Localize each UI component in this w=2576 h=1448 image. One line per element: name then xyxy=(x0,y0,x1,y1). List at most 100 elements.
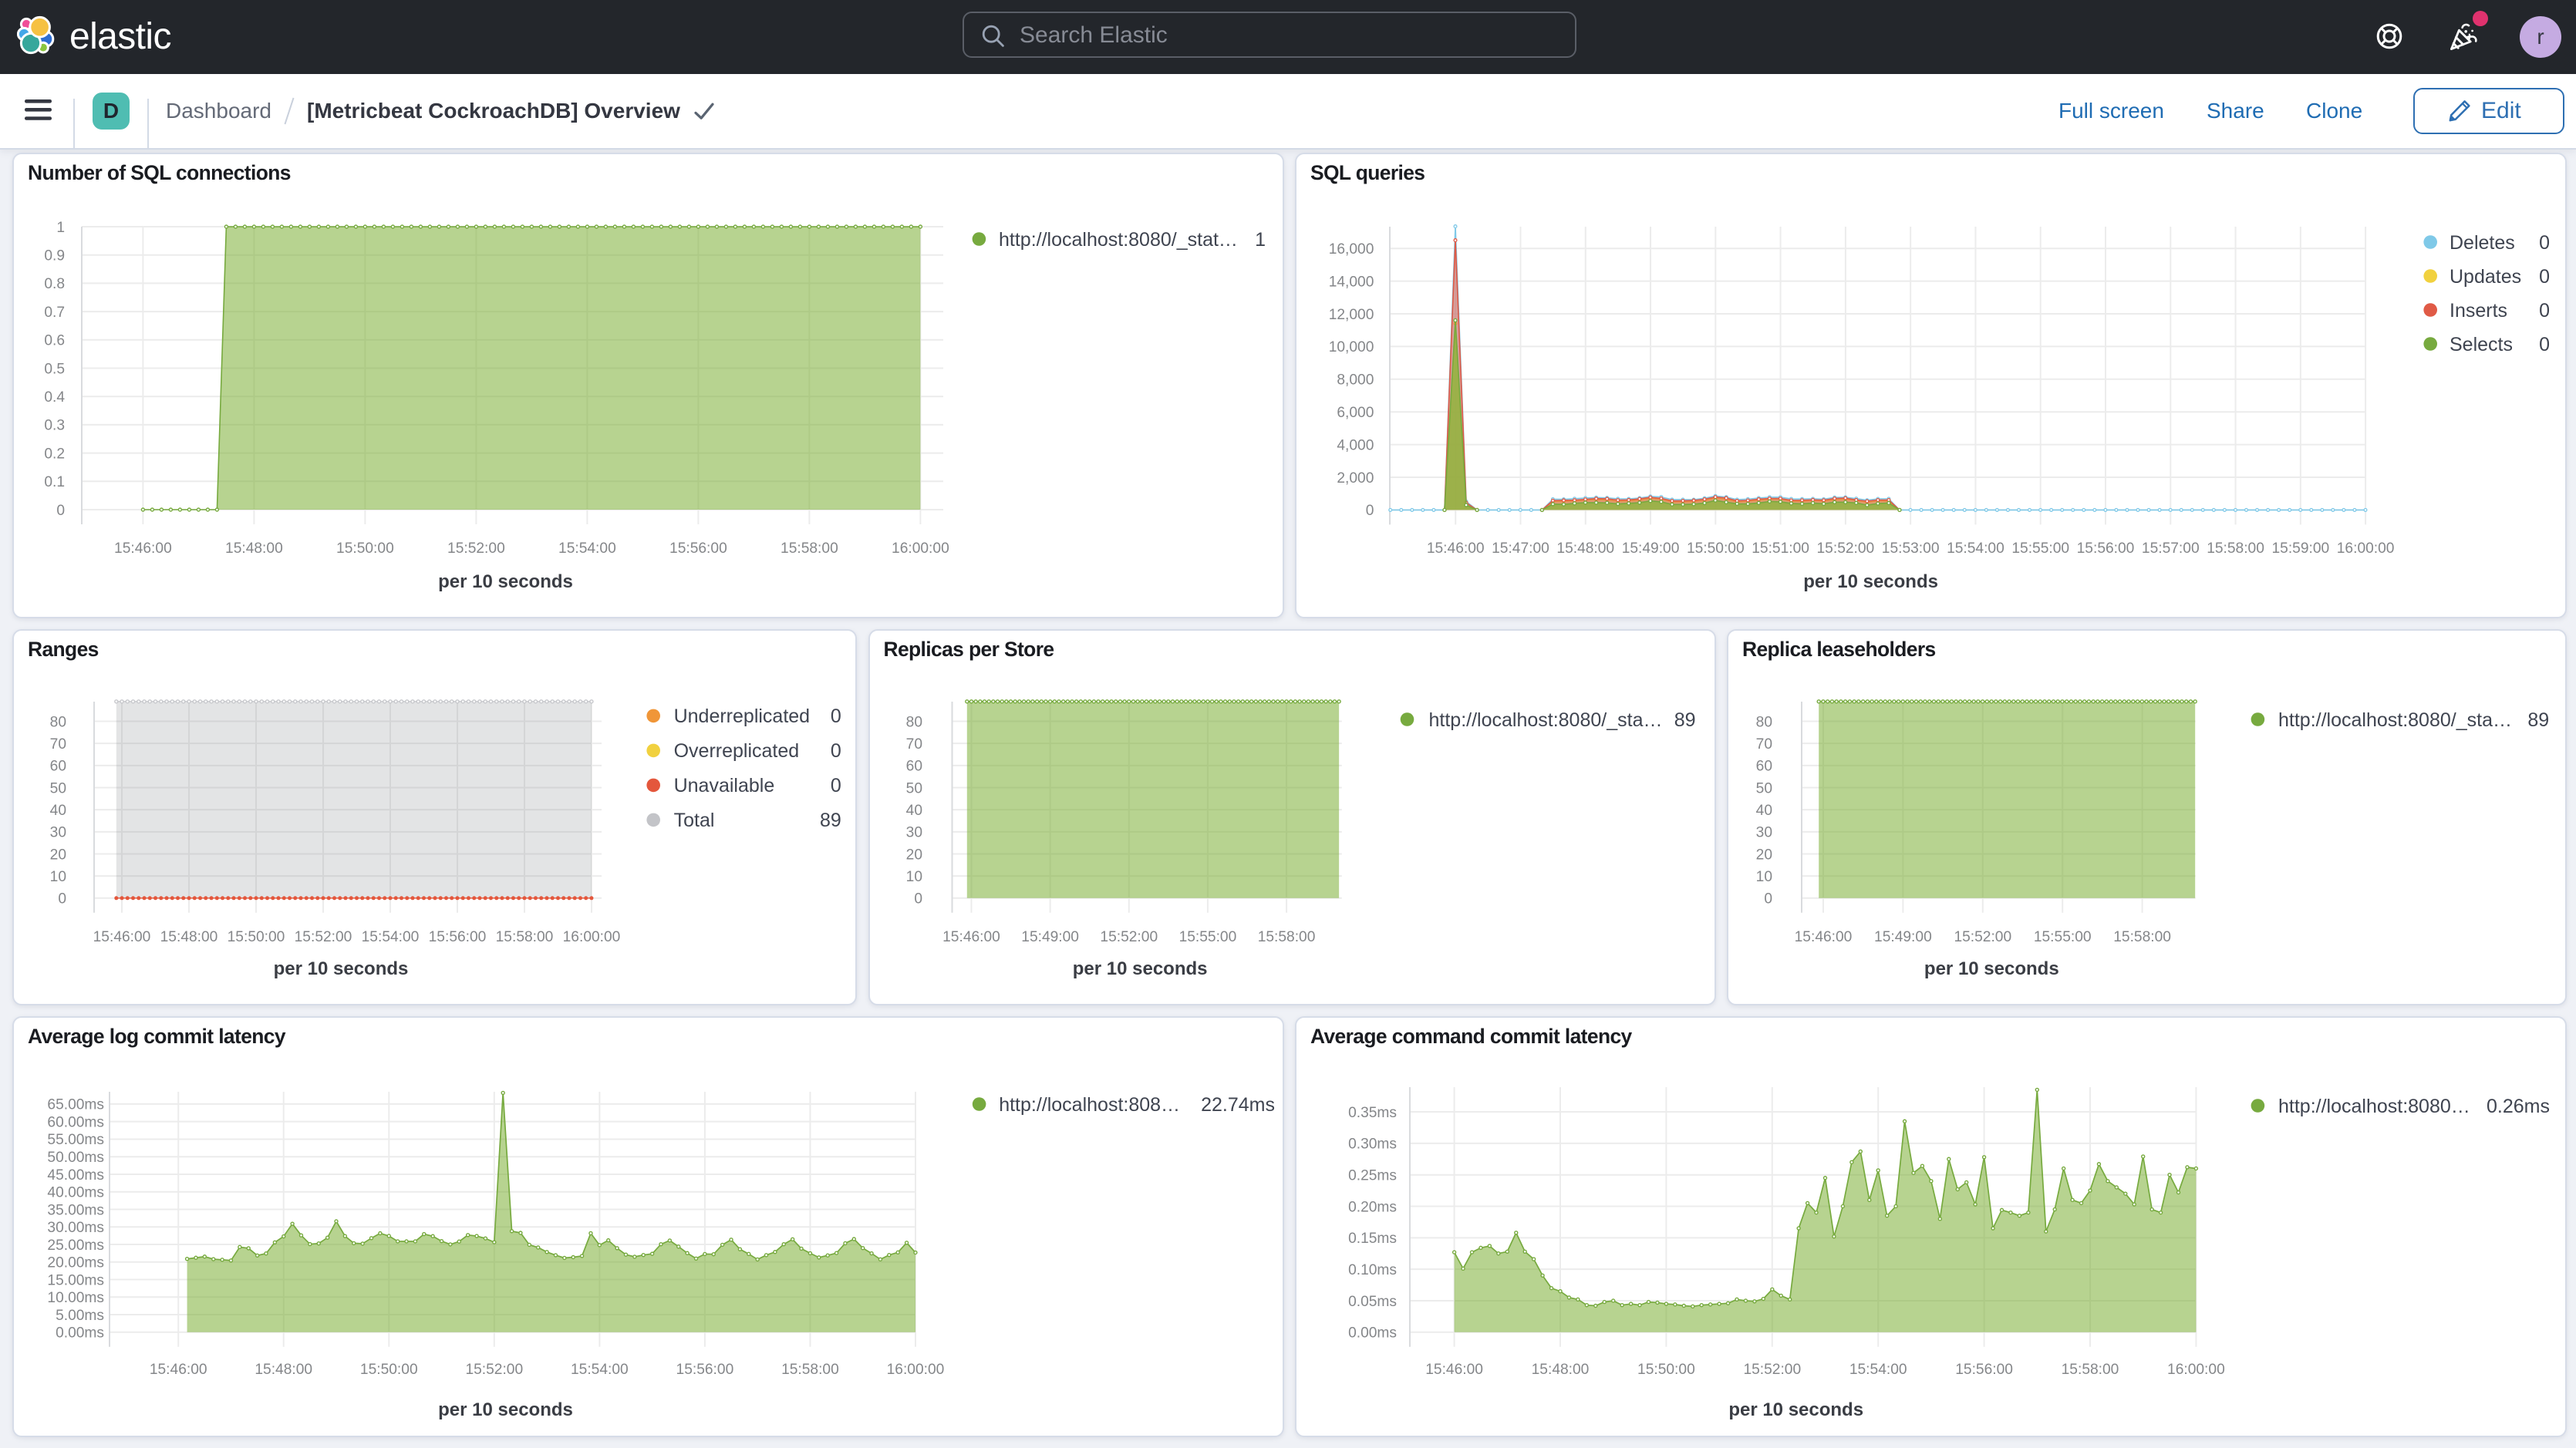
svg-text:15:55:00: 15:55:00 xyxy=(2011,540,2069,557)
svg-text:Total: Total xyxy=(674,810,715,831)
svg-text:0.20ms: 0.20ms xyxy=(1348,1199,1397,1215)
svg-text:15:50:00: 15:50:00 xyxy=(1687,540,1745,557)
svg-text:50: 50 xyxy=(50,780,66,796)
svg-text:89: 89 xyxy=(2527,709,2549,731)
svg-text:50.00ms: 50.00ms xyxy=(47,1150,104,1166)
svg-text:15:50:00: 15:50:00 xyxy=(336,540,394,557)
svg-text:50: 50 xyxy=(905,780,922,796)
svg-text:per 10 seconds: per 10 seconds xyxy=(438,1399,573,1420)
svg-text:0.15ms: 0.15ms xyxy=(1348,1231,1397,1247)
svg-text:8,000: 8,000 xyxy=(1337,372,1374,389)
svg-text:20: 20 xyxy=(905,847,922,863)
svg-text:15:46:00: 15:46:00 xyxy=(1427,540,1485,557)
svg-text:15:46:00: 15:46:00 xyxy=(150,1362,207,1378)
svg-text:30: 30 xyxy=(50,825,66,841)
svg-text:0.30ms: 0.30ms xyxy=(1348,1137,1397,1153)
svg-text:15:52:00: 15:52:00 xyxy=(295,929,352,945)
svg-text:80: 80 xyxy=(50,714,66,730)
svg-text:10: 10 xyxy=(905,869,922,885)
svg-text:0.4: 0.4 xyxy=(44,389,65,406)
svg-text:Underreplicated: Underreplicated xyxy=(674,705,811,727)
svg-text:0: 0 xyxy=(2539,232,2550,254)
svg-text:15:56:00: 15:56:00 xyxy=(676,1362,734,1378)
svg-text:15:54:00: 15:54:00 xyxy=(558,540,616,557)
svg-text:15:58:00: 15:58:00 xyxy=(2062,1362,2119,1378)
svg-text:15:50:00: 15:50:00 xyxy=(360,1362,418,1378)
svg-text:80: 80 xyxy=(1756,714,1772,730)
svg-text:15:59:00: 15:59:00 xyxy=(2271,540,2329,557)
svg-text:0.26ms: 0.26ms xyxy=(2487,1096,2550,1117)
svg-text:http://localhost:8080/_stat…: http://localhost:8080/_stat… xyxy=(999,229,1238,251)
svg-text:Unavailable: Unavailable xyxy=(674,775,775,796)
svg-text:per 10 seconds: per 10 seconds xyxy=(274,958,409,979)
svg-text:10: 10 xyxy=(1756,869,1772,885)
svg-text:60.00ms: 60.00ms xyxy=(47,1114,104,1130)
svg-text:16:00:00: 16:00:00 xyxy=(2167,1362,2225,1378)
svg-text:12,000: 12,000 xyxy=(1329,307,1374,323)
svg-text:60: 60 xyxy=(50,759,66,775)
svg-text:15:46:00: 15:46:00 xyxy=(93,929,151,945)
svg-text:0.00ms: 0.00ms xyxy=(56,1325,104,1342)
svg-text:http://localhost:8080/_sta…: http://localhost:8080/_sta… xyxy=(2278,709,2512,731)
svg-text:70: 70 xyxy=(905,736,922,753)
svg-text:15:48:00: 15:48:00 xyxy=(1556,540,1614,557)
svg-text:15:54:00: 15:54:00 xyxy=(571,1362,629,1378)
svg-text:15:58:00: 15:58:00 xyxy=(781,1362,839,1378)
svg-text:15:46:00: 15:46:00 xyxy=(114,540,172,557)
svg-text:Deletes: Deletes xyxy=(2450,232,2515,254)
svg-text:16:00:00: 16:00:00 xyxy=(2337,540,2395,557)
svg-text:10.00ms: 10.00ms xyxy=(47,1290,104,1306)
svg-text:0: 0 xyxy=(914,891,922,908)
svg-text:0.7: 0.7 xyxy=(44,305,65,321)
svg-text:40.00ms: 40.00ms xyxy=(47,1185,104,1201)
svg-text:15:58:00: 15:58:00 xyxy=(2113,929,2171,945)
svg-text:40: 40 xyxy=(50,803,66,819)
svg-text:22.74ms: 22.74ms xyxy=(1201,1094,1275,1116)
svg-text:65.00ms: 65.00ms xyxy=(47,1097,104,1113)
svg-text:15:46:00: 15:46:00 xyxy=(942,929,1000,945)
svg-text:15:56:00: 15:56:00 xyxy=(669,540,727,557)
svg-text:Overreplicated: Overreplicated xyxy=(674,740,800,762)
svg-text:55.00ms: 55.00ms xyxy=(47,1132,104,1148)
svg-text:15:48:00: 15:48:00 xyxy=(160,929,218,945)
svg-text:per 10 seconds: per 10 seconds xyxy=(1803,571,1938,592)
svg-text:15:48:00: 15:48:00 xyxy=(255,1362,312,1378)
svg-text:Selects: Selects xyxy=(2450,334,2513,355)
svg-text:80: 80 xyxy=(905,714,922,730)
svg-text:http://localhost:8080/_sta…: http://localhost:8080/_sta… xyxy=(1428,709,1662,731)
svg-text:16:00:00: 16:00:00 xyxy=(892,540,949,557)
svg-text:45.00ms: 45.00ms xyxy=(47,1167,104,1184)
svg-text:70: 70 xyxy=(50,736,66,753)
svg-text:15.00ms: 15.00ms xyxy=(47,1272,104,1288)
svg-text:0: 0 xyxy=(2539,300,2550,322)
svg-text:0.05ms: 0.05ms xyxy=(1348,1294,1397,1310)
svg-text:2,000: 2,000 xyxy=(1337,470,1374,487)
svg-text:0.00ms: 0.00ms xyxy=(1348,1325,1397,1342)
svg-text:Inserts: Inserts xyxy=(2450,300,2507,322)
svg-text:Updates: Updates xyxy=(2450,266,2521,288)
svg-text:89: 89 xyxy=(820,810,841,831)
svg-text:0.5: 0.5 xyxy=(44,361,65,377)
svg-text:0.2: 0.2 xyxy=(44,446,65,462)
svg-text:60: 60 xyxy=(905,759,922,775)
svg-text:15:52:00: 15:52:00 xyxy=(1817,540,1875,557)
svg-text:15:50:00: 15:50:00 xyxy=(228,929,285,945)
svg-text:0.35ms: 0.35ms xyxy=(1348,1105,1397,1121)
svg-text:per 10 seconds: per 10 seconds xyxy=(438,571,573,592)
svg-text:15:48:00: 15:48:00 xyxy=(225,540,283,557)
svg-text:30: 30 xyxy=(905,825,922,841)
svg-text:16:00:00: 16:00:00 xyxy=(887,1362,945,1378)
svg-text:15:52:00: 15:52:00 xyxy=(447,540,505,557)
svg-text:0.1: 0.1 xyxy=(44,474,65,490)
svg-text:0: 0 xyxy=(1764,891,1772,908)
svg-text:0.6: 0.6 xyxy=(44,333,65,349)
svg-text:15:55:00: 15:55:00 xyxy=(1178,929,1236,945)
svg-text:0: 0 xyxy=(2539,334,2550,355)
svg-text:per 10 seconds: per 10 seconds xyxy=(1728,1399,1863,1420)
svg-text:15:54:00: 15:54:00 xyxy=(1849,1362,1907,1378)
svg-text:16,000: 16,000 xyxy=(1329,241,1374,258)
svg-text:15:49:00: 15:49:00 xyxy=(1021,929,1079,945)
svg-text:20: 20 xyxy=(50,847,66,863)
svg-text:10,000: 10,000 xyxy=(1329,339,1374,355)
svg-text:10: 10 xyxy=(50,869,66,885)
